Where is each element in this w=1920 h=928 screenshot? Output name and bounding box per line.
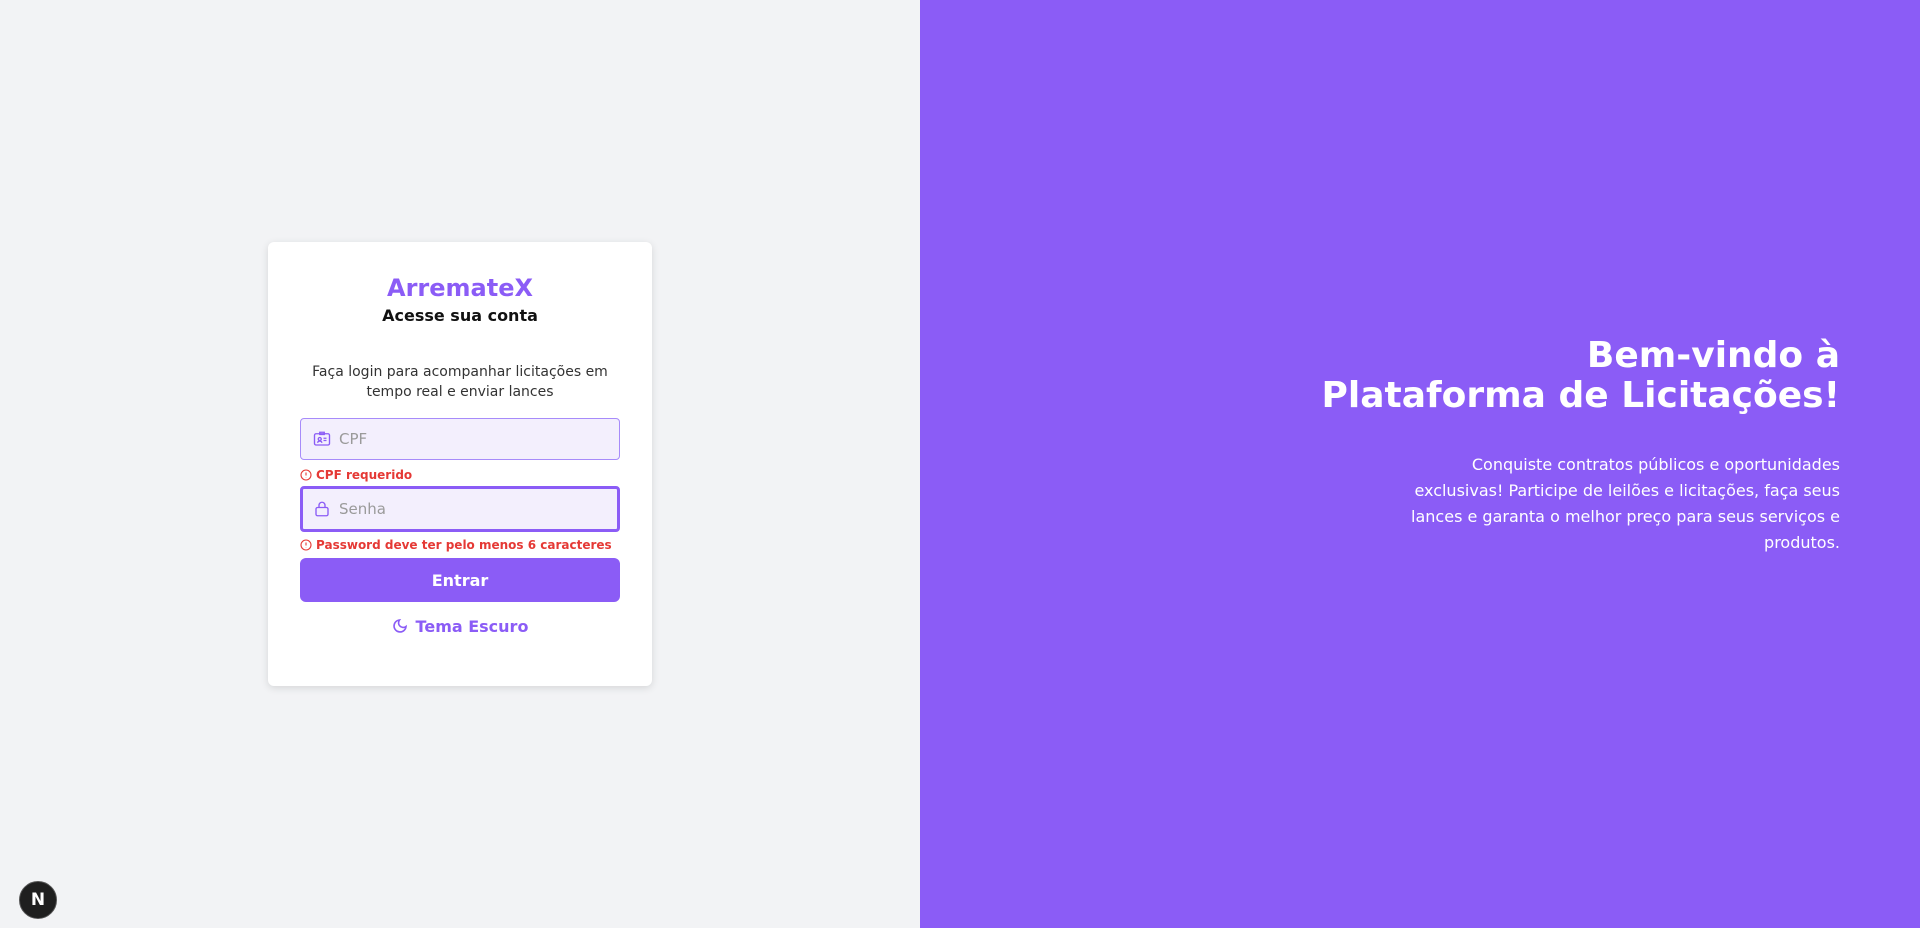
submit-button[interactable]: Entrar <box>300 558 620 602</box>
login-subtitle: Acesse sua conta <box>382 306 538 325</box>
cpf-error-text: CPF requerido <box>316 468 413 482</box>
cpf-field[interactable] <box>300 418 620 460</box>
theme-toggle-label: Tema Escuro <box>415 616 529 636</box>
theme-toggle[interactable]: Tema Escuro <box>268 608 652 644</box>
id-card-icon <box>313 430 331 448</box>
hero-panel: Bem-vindo à Plataforma de Licitações! Co… <box>920 0 1920 928</box>
lock-icon <box>313 500 331 518</box>
login-description: Faça login para acompanhar licitações em… <box>312 364 608 400</box>
cpf-input[interactable] <box>339 430 609 448</box>
cpf-error: CPF requerido <box>300 468 412 482</box>
password-error: Password deve ter pelo menos 6 caractere… <box>300 538 612 552</box>
login-panel: ArremateX Acesse sua conta Faça login pa… <box>0 0 920 928</box>
page: ArremateX Acesse sua conta Faça login pa… <box>0 0 1920 928</box>
password-input[interactable] <box>339 500 609 518</box>
brand-title: ArremateX <box>387 274 533 302</box>
hero-title-line-2: Plataforma de Licitações! <box>1321 375 1840 416</box>
password-field[interactable] <box>300 486 620 532</box>
moon-icon <box>392 618 408 634</box>
dev-indicator-button[interactable]: N <box>19 881 57 919</box>
password-error-text: Password deve ter pelo menos 6 caractere… <box>316 538 612 552</box>
hero-text: Conquiste contratos públicos e oportunid… <box>1411 455 1840 552</box>
alert-circle-icon <box>300 539 312 551</box>
hero-title: Bem-vindo à Plataforma de Licitações! <box>1140 336 1840 416</box>
alert-circle-icon <box>300 469 312 481</box>
hero-title-line-1: Bem-vindo à <box>1586 335 1840 376</box>
login-card: ArremateX Acesse sua conta Faça login pa… <box>268 242 652 686</box>
